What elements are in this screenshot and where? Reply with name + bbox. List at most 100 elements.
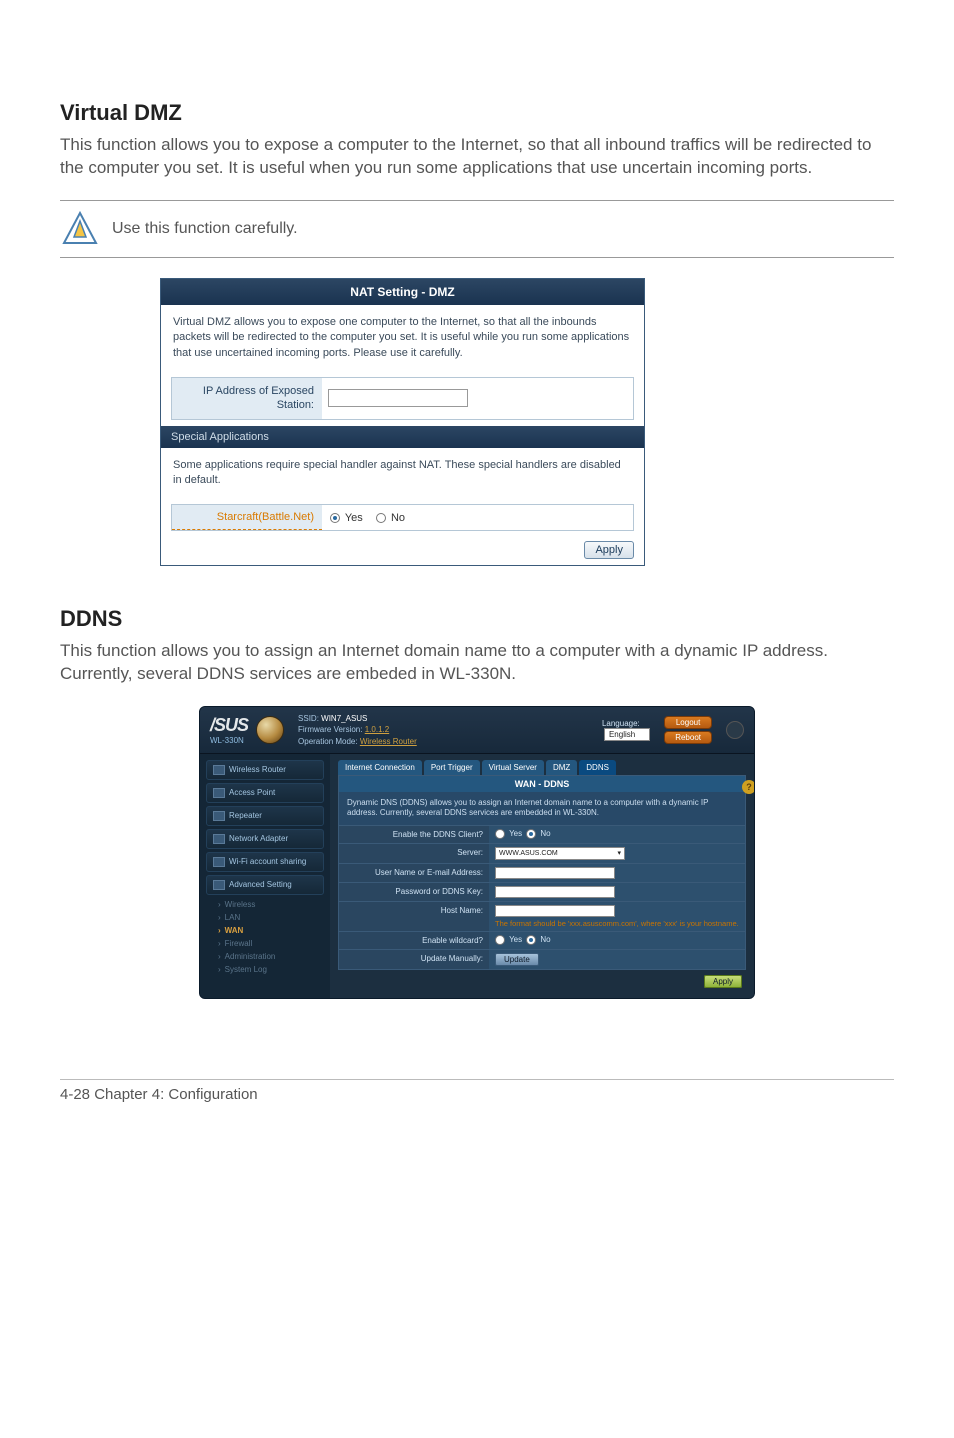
yes-label: Yes <box>509 829 522 838</box>
ddns-panel: WAN - DDNS Dynamic DNS (DDNS) allows you… <box>338 775 746 970</box>
tab-internet[interactable]: Internet Connection <box>338 760 422 775</box>
sidebar-access-point[interactable]: Access Point <box>206 783 324 803</box>
sidebar-item-label: Administration <box>225 952 276 961</box>
sidebar-item-label: Firewall <box>225 939 253 948</box>
yes-label: Yes <box>509 935 522 944</box>
ddns-user-input[interactable] <box>495 867 615 879</box>
starcraft-yes-radio[interactable]: Yes <box>330 512 363 524</box>
sidebar-item-label: Network Adapter <box>229 834 288 843</box>
ddns-host-input[interactable] <box>495 905 615 917</box>
sidebar-item-label: Wi-Fi account sharing <box>229 857 306 866</box>
dmz-special-header: Special Applications <box>161 426 644 448</box>
dmz-panel: NAT Setting - DMZ Virtual DMZ allows you… <box>160 278 645 567</box>
yes-label: Yes <box>345 512 363 524</box>
ddns-enable-no[interactable]: No <box>526 829 550 839</box>
mode-value[interactable]: Wireless Router <box>360 737 417 746</box>
dmz-starcraft-label: Starcraft(Battle.Net) <box>172 505 322 530</box>
tab-virtual-server[interactable]: Virtual Server <box>482 760 544 775</box>
sidebar-wireless[interactable]: ›Wireless <box>206 898 324 911</box>
dmz-ip-row: IP Address of Exposed Station: <box>171 377 634 420</box>
ddns-intro: Dynamic DNS (DDNS) allows you to assign … <box>339 792 745 825</box>
router-logo: /SUS WL-330N <box>210 715 248 745</box>
sidebar-syslog[interactable]: ›System Log <box>206 963 324 976</box>
device-icon <box>213 857 225 867</box>
sidebar-firewall[interactable]: ›Firewall <box>206 937 324 950</box>
ssid-block: SSID: WIN7_ASUS Firmware Version: 1.0.1.… <box>298 713 417 747</box>
device-icon <box>213 880 225 890</box>
ddns-pass-input[interactable] <box>495 886 615 898</box>
ssid-label: SSID: <box>298 714 319 723</box>
dmz-special-desc: Some applications require special handle… <box>161 448 644 499</box>
device-icon <box>213 788 225 798</box>
model-text: WL-330N <box>210 736 244 745</box>
note-text: Use this function carefully. <box>112 220 298 238</box>
fw-value[interactable]: 1.0.1.2 <box>365 725 389 734</box>
sidebar-wireless-router[interactable]: Wireless Router <box>206 760 324 780</box>
sidebar-item-label: Wireless <box>225 900 256 909</box>
starcraft-no-radio[interactable]: No <box>376 512 405 524</box>
tabs: Internet Connection Port Trigger Virtual… <box>338 760 746 775</box>
globe-icon <box>256 716 284 744</box>
sidebar-item-label: LAN <box>225 913 241 922</box>
ddns-wildcard-no[interactable]: No <box>526 935 550 945</box>
sidebar-wan[interactable]: ›WAN <box>206 924 324 937</box>
sidebar-repeater[interactable]: Repeater <box>206 806 324 826</box>
warning-icon <box>60 209 100 249</box>
vdmz-heading: Virtual DMZ <box>60 100 894 126</box>
logout-button[interactable]: Logout <box>664 716 712 729</box>
dmz-apply-button[interactable]: Apply <box>584 541 634 559</box>
mode-label: Operation Mode: <box>298 737 358 746</box>
device-icon <box>213 834 225 844</box>
ddns-apply-button[interactable]: Apply <box>704 975 742 988</box>
ddns-desc: This function allows you to assign an In… <box>60 640 894 686</box>
dmz-ip-input[interactable] <box>328 389 468 407</box>
router-ui: /SUS WL-330N SSID: WIN7_ASUS Firmware Ve… <box>199 706 755 998</box>
ddns-update-button[interactable]: Update <box>495 953 539 966</box>
sidebar-network-adapter[interactable]: Network Adapter <box>206 829 324 849</box>
page-footer: 4-28 Chapter 4: Configuration <box>60 1079 894 1103</box>
help-badge-icon[interactable]: ? <box>742 780 755 794</box>
dmz-intro: Virtual DMZ allows you to expose one com… <box>161 305 644 371</box>
ddns-enable-yes[interactable]: Yes <box>495 829 522 839</box>
router-header: /SUS WL-330N SSID: WIN7_ASUS Firmware Ve… <box>200 707 754 754</box>
ddns-server-label: Server: <box>339 844 489 863</box>
device-icon <box>213 811 225 821</box>
ddns-pass-label: Password or DDNS Key: <box>339 883 489 901</box>
reboot-button[interactable]: Reboot <box>664 731 712 744</box>
ddns-title: WAN - DDNS <box>339 776 745 792</box>
sidebar-item-label: System Log <box>225 965 267 974</box>
ddns-server-select[interactable]: WWW.ASUS.COM ▾ <box>495 847 625 860</box>
ddns-enable-label: Enable the DDNS Client? <box>339 826 489 843</box>
dmz-starcraft-row: Starcraft(Battle.Net) Yes No <box>171 504 634 531</box>
language-block: Language: English <box>602 719 650 741</box>
sidebar-item-label: Access Point <box>229 788 275 797</box>
sidebar-advanced[interactable]: Advanced Setting <box>206 875 324 895</box>
note-box: Use this function carefully. <box>60 200 894 258</box>
ssid-value: WIN7_ASUS <box>321 714 367 723</box>
help-icon[interactable] <box>726 721 744 739</box>
dmz-title: NAT Setting - DMZ <box>161 279 644 305</box>
language-select[interactable]: English <box>604 728 650 741</box>
sidebar: Wireless Router Access Point Repeater Ne… <box>200 754 330 998</box>
sidebar-item-label: WAN <box>225 926 244 935</box>
ddns-host-hint: The format should be 'xxx.asuscomm.com',… <box>495 919 739 928</box>
vdmz-desc: This function allows you to expose a com… <box>60 134 894 180</box>
brand-text: /SUS <box>210 715 248 736</box>
sidebar-wifi-sharing[interactable]: Wi-Fi account sharing <box>206 852 324 872</box>
router-main: Internet Connection Port Trigger Virtual… <box>330 754 754 998</box>
chevron-down-icon: ▾ <box>617 849 621 857</box>
ddns-heading: DDNS <box>60 606 894 632</box>
no-label: No <box>540 829 550 838</box>
sidebar-admin[interactable]: ›Administration <box>206 950 324 963</box>
ddns-wildcard-yes[interactable]: Yes <box>495 935 522 945</box>
tab-dmz[interactable]: DMZ <box>546 760 577 775</box>
tab-port-trigger[interactable]: Port Trigger <box>424 760 480 775</box>
device-icon <box>213 765 225 775</box>
no-label: No <box>540 935 550 944</box>
sidebar-lan[interactable]: ›LAN <box>206 911 324 924</box>
ddns-wildcard-label: Enable wildcard? <box>339 932 489 949</box>
tab-ddns[interactable]: DDNS <box>579 760 616 775</box>
language-label: Language: <box>602 719 640 728</box>
sidebar-item-label: Wireless Router <box>229 765 286 774</box>
ddns-server-value: WWW.ASUS.COM <box>499 850 558 857</box>
